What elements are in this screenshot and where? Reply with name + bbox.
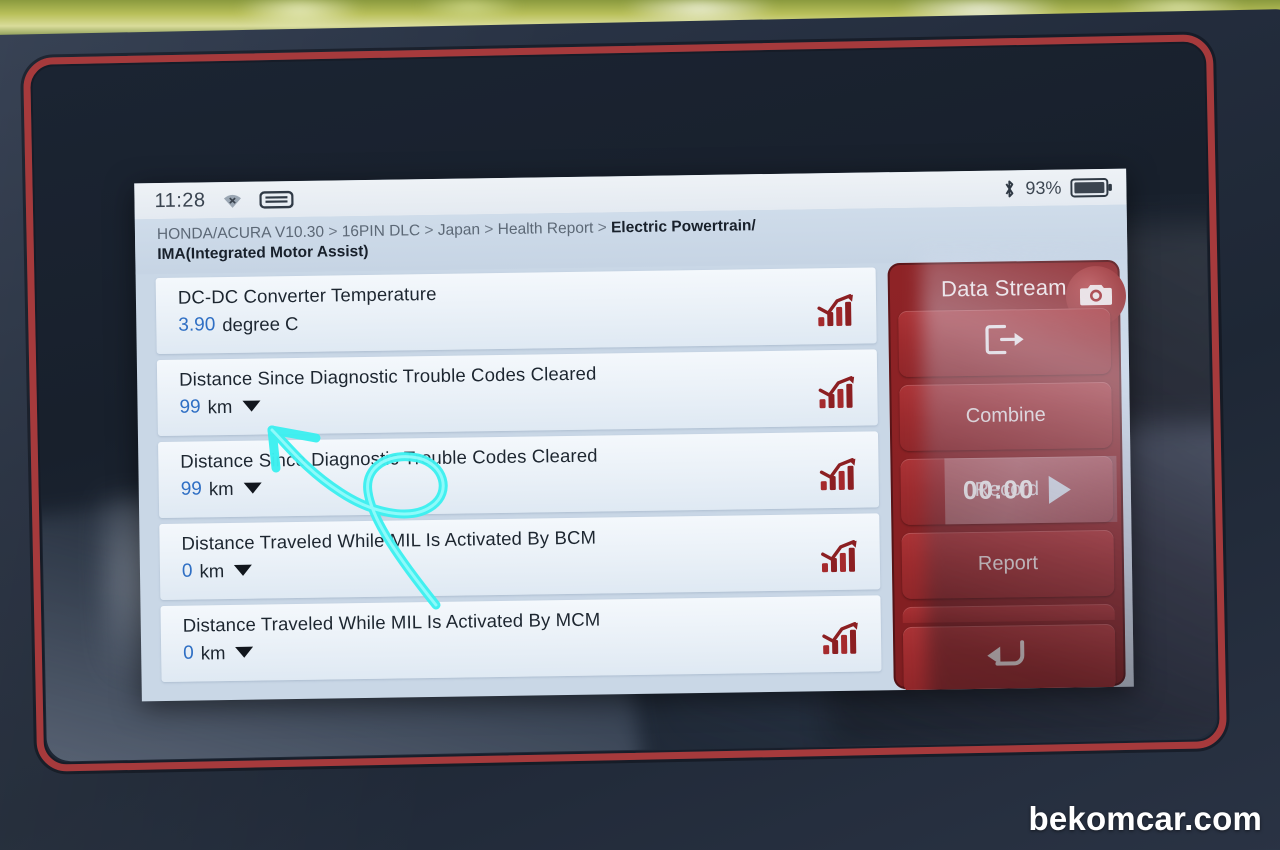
parameter-value: 99 xyxy=(179,396,201,418)
side-control-panel: Data Stream Combine 00:00 Report xyxy=(887,248,1134,702)
breadcrumb-part-vehicle[interactable]: HONDA/ACURA V10.30 xyxy=(157,224,324,243)
breadcrumb-sep-2: > xyxy=(420,221,438,240)
bar-chart-icon[interactable] xyxy=(821,621,860,657)
parameter-unit: km xyxy=(199,560,225,582)
record-timer-overlay: 00:00 xyxy=(944,455,1118,525)
combine-button[interactable]: Combine xyxy=(899,381,1113,451)
play-icon[interactable] xyxy=(1048,475,1071,504)
chevron-down-icon[interactable] xyxy=(243,482,262,495)
back-button[interactable] xyxy=(902,623,1116,693)
bar-chart-icon[interactable] xyxy=(820,539,859,575)
parameter-unit: km xyxy=(208,477,234,500)
parameter-value-row: 99 km xyxy=(179,386,877,418)
parameter-unit: degree C xyxy=(222,312,299,336)
breadcrumb-sep-3: > xyxy=(479,221,498,239)
status-bar-right: 93% xyxy=(1002,176,1112,199)
parameter-name: Distance Since Diagnostic Trouble Codes … xyxy=(178,362,597,390)
bar-chart-icon[interactable] xyxy=(818,457,857,493)
parameter-value: 0 xyxy=(181,560,193,582)
parameter-value: 0 xyxy=(183,642,194,664)
camera-icon xyxy=(1079,281,1113,311)
table-row[interactable]: Distance Since Diagnostic Trouble Codes … xyxy=(156,349,878,436)
wifi-off-icon xyxy=(221,192,243,208)
parameter-unit: km xyxy=(200,641,226,664)
record-timer: 00:00 xyxy=(962,474,1035,506)
chevron-down-icon[interactable] xyxy=(235,647,254,659)
panel-divider xyxy=(902,603,1115,623)
parameter-value-row: 0 km xyxy=(182,550,880,582)
exit-icon xyxy=(984,323,1025,362)
data-stream-list[interactable]: DC-DC Converter Temperature 3.90 degree … xyxy=(136,263,890,700)
chevron-down-icon[interactable] xyxy=(242,400,261,413)
parameter-value: 3.90 xyxy=(178,314,216,336)
breadcrumb-current-line2: IMA(Integrated Motor Assist) xyxy=(157,243,369,264)
parameter-value-row: 0 km xyxy=(183,632,881,664)
breadcrumb-part-health-report[interactable]: Health Report xyxy=(498,220,594,238)
parameter-value: 99 xyxy=(180,478,203,500)
breadcrumb-sep-1: > xyxy=(323,223,342,241)
breadcrumb-part-region[interactable]: Japan xyxy=(438,221,480,239)
table-row[interactable]: DC-DC Converter Temperature 3.90 degree … xyxy=(155,267,877,354)
exit-button[interactable] xyxy=(898,307,1112,377)
record-button[interactable]: Record 00:00 xyxy=(900,455,1118,525)
table-row[interactable]: Distance Since Diagnostic Trouble Codes … xyxy=(158,431,880,518)
parameter-value-row: 99 km xyxy=(181,468,879,500)
combine-button-label: Combine xyxy=(965,404,1046,428)
back-arrow-icon xyxy=(986,638,1033,679)
bar-chart-icon[interactable] xyxy=(817,375,856,411)
parameter-unit: km xyxy=(207,395,233,418)
table-row[interactable]: Distance Traveled While MIL Is Activated… xyxy=(159,513,881,600)
parameter-value-row: 3.90 degree C xyxy=(178,304,876,336)
clock: 11:28 xyxy=(154,188,206,212)
bar-chart-icon[interactable] xyxy=(816,293,855,329)
table-row[interactable]: Distance Traveled While MIL Is Activated… xyxy=(160,595,882,682)
breadcrumb-part-dlc[interactable]: 16PIN DLC xyxy=(342,222,421,240)
battery-icon xyxy=(1070,176,1112,198)
report-button-label: Report xyxy=(977,552,1039,576)
parameter-name: DC-DC Converter Temperature xyxy=(177,282,437,308)
bluetooth-icon xyxy=(1002,178,1016,199)
breadcrumb-sep-4: > xyxy=(593,219,612,237)
report-button[interactable]: Report xyxy=(901,529,1115,599)
obd-connector-icon xyxy=(259,190,294,210)
parameter-name: Distance Traveled While MIL Is Activated… xyxy=(182,608,601,636)
chevron-down-icon[interactable] xyxy=(234,565,253,577)
battery-percent: 93% xyxy=(1025,177,1062,198)
diagnostic-app-window: 11:28 93% HONDA/ACURA V10.30 > 16PIN DLC… xyxy=(134,168,1134,702)
watermark: bekomcar.com xyxy=(1028,800,1262,837)
breadcrumb-current: Electric Powertrain/ xyxy=(610,217,756,237)
photo-scene: 11:28 93% HONDA/ACURA V10.30 > 16PIN DLC… xyxy=(0,0,1280,850)
parameter-name: Distance Since Diagnostic Trouble Codes … xyxy=(180,444,598,472)
parameter-name: Distance Traveled While MIL Is Activated… xyxy=(181,526,597,554)
main-content: DC-DC Converter Temperature 3.90 degree … xyxy=(136,248,1134,702)
